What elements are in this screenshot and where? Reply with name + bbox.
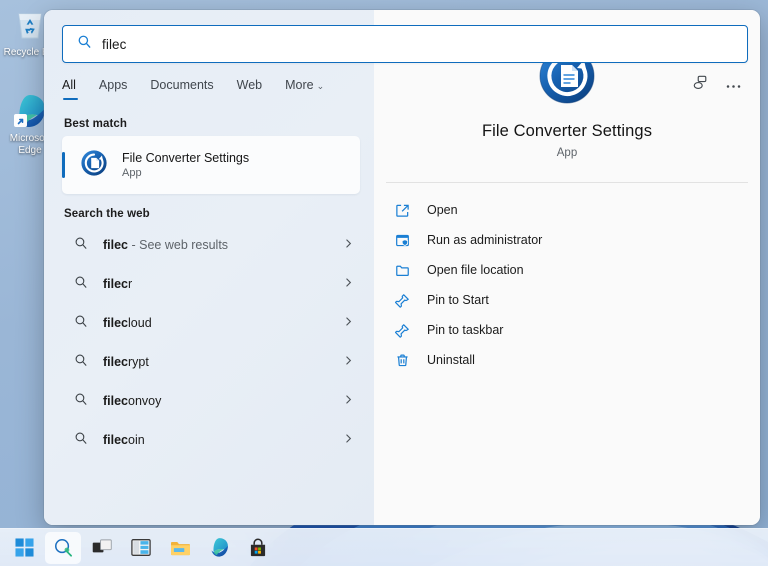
web-result-row[interactable]: filecrypt: [62, 343, 360, 381]
best-match-subtitle: App: [122, 166, 142, 179]
file-explorer-button[interactable]: [162, 532, 198, 564]
pin-icon: [391, 323, 413, 338]
tab-documents[interactable]: Documents: [150, 78, 213, 100]
folder-icon: [391, 263, 413, 278]
search-query-text: filec: [102, 36, 127, 52]
preview-title: File Converter Settings: [481, 122, 653, 140]
search-icon: [74, 392, 88, 411]
action-label: Pin to Start: [427, 293, 489, 307]
search-icon: [77, 34, 92, 54]
tab-label: Documents: [150, 78, 214, 92]
chevron-right-icon[interactable]: [343, 236, 354, 254]
tab-more[interactable]: More ⌄: [285, 78, 324, 100]
web-result-label: filecloud: [103, 316, 152, 330]
file-converter-icon: [80, 149, 108, 182]
web-result-row[interactable]: filecoin: [62, 421, 360, 459]
web-result-row[interactable]: filecloud: [62, 304, 360, 342]
more-options-icon[interactable]: [725, 76, 742, 94]
search-icon: [74, 314, 88, 333]
chevron-right-icon[interactable]: [343, 392, 354, 410]
web-result-row[interactable]: fileconvoy: [62, 382, 360, 420]
search-the-web-heading: Search the web: [64, 208, 150, 220]
chevron-right-icon[interactable]: [343, 314, 354, 332]
tab-label: Web: [236, 78, 263, 92]
chevron-right-icon[interactable]: [343, 431, 354, 449]
search-button[interactable]: [45, 531, 81, 564]
preview-actions-list: Open Run as administrator Open file loca…: [374, 195, 760, 375]
action-pin-to-taskbar[interactable]: Pin to taskbar: [384, 315, 750, 345]
action-uninstall[interactable]: Uninstall: [384, 345, 750, 375]
open-external-icon: [391, 203, 413, 218]
pin-icon: [391, 293, 413, 308]
feedback-icon[interactable]: [692, 74, 709, 96]
start-button[interactable]: [6, 532, 42, 564]
windows-search-panel: File Converter Settings App Open Run as …: [44, 10, 760, 525]
tab-web[interactable]: Web: [237, 78, 262, 100]
tab-label: More: [285, 78, 314, 92]
action-open-file-location[interactable]: Open file location: [384, 255, 750, 285]
action-pin-to-start[interactable]: Pin to Start: [384, 285, 750, 315]
tab-label: Apps: [98, 78, 128, 92]
taskbar: [0, 528, 768, 566]
search-icon: [74, 236, 88, 255]
search-icon: [74, 431, 88, 450]
action-label: Open: [427, 203, 458, 217]
chevron-down-icon: ⌄: [316, 81, 325, 91]
search-icon: [74, 353, 88, 372]
chevron-right-icon[interactable]: [343, 275, 354, 293]
best-match-result[interactable]: File Converter Settings App: [62, 136, 360, 194]
web-result-row[interactable]: filecr: [62, 265, 360, 303]
widgets-button[interactable]: [123, 532, 159, 564]
action-run-as-administrator[interactable]: Run as administrator: [384, 225, 750, 255]
best-match-heading: Best match: [64, 118, 127, 130]
web-result-row[interactable]: filec - See web results: [62, 226, 360, 264]
web-result-label: filecr: [103, 277, 133, 291]
best-match-title: File Converter Settings: [122, 150, 250, 165]
shield-window-icon: [391, 233, 413, 248]
preview-divider: [386, 182, 748, 183]
action-label: Pin to taskbar: [427, 323, 504, 337]
action-open[interactable]: Open: [384, 195, 750, 225]
search-filter-tabs: All Apps Documents Web More ⌄: [44, 72, 760, 106]
search-input[interactable]: filec: [62, 25, 748, 63]
tab-all[interactable]: All: [62, 78, 78, 100]
web-result-label: filec - See web results: [103, 238, 229, 252]
search-icon: [74, 275, 88, 294]
store-button[interactable]: [240, 532, 276, 564]
search-header-actions: [692, 74, 742, 104]
preview-subtitle: App: [556, 147, 578, 159]
web-result-label: filecrypt: [103, 355, 149, 369]
web-result-label: fileconvoy: [103, 394, 162, 408]
results-list: Best match File Converter Settings App S…: [44, 106, 374, 525]
web-result-label: filecoin: [103, 433, 145, 447]
action-label: Uninstall: [427, 353, 475, 367]
tab-label: All: [62, 78, 76, 92]
action-label: Run as administrator: [427, 233, 543, 247]
chevron-right-icon[interactable]: [343, 353, 354, 371]
web-results-list: filec - See web results filecr filecloud fi…: [62, 226, 360, 459]
trash-icon: [391, 353, 413, 368]
edge-button[interactable]: [201, 532, 237, 564]
task-view-button[interactable]: [84, 532, 120, 564]
action-label: Open file location: [427, 263, 524, 277]
tab-apps[interactable]: Apps: [99, 78, 128, 100]
